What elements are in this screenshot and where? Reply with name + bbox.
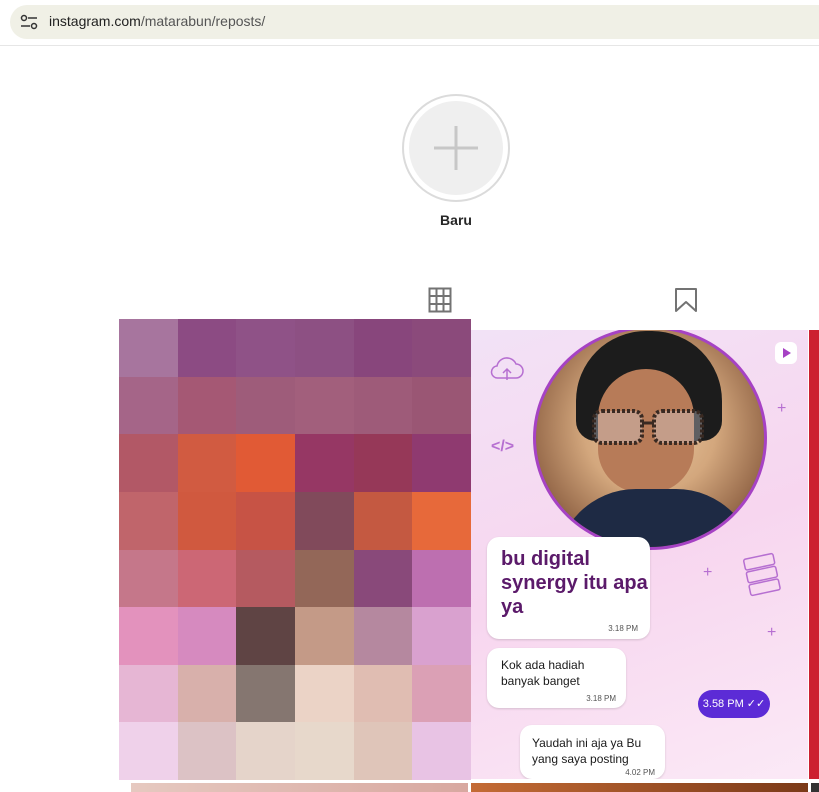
mosaic-cell bbox=[236, 434, 295, 492]
mosaic-cell bbox=[177, 491, 237, 550]
mosaic-cell bbox=[119, 491, 178, 550]
mosaic-cell bbox=[177, 434, 237, 492]
chat-bubble: Yaudah ini aja ya Bu yang saya posting 4… bbox=[520, 725, 665, 779]
mosaic-cell bbox=[353, 376, 413, 435]
sparkle-icon: + bbox=[777, 400, 787, 417]
url-host: instagram.com bbox=[49, 13, 141, 29]
mosaic-cell bbox=[412, 319, 471, 377]
mosaic-cell bbox=[236, 722, 295, 780]
grid-icon[interactable] bbox=[428, 287, 452, 313]
timestamp: 3.18 PM bbox=[608, 624, 638, 633]
mosaic-cell bbox=[295, 722, 354, 780]
sparkle-icon: + bbox=[767, 624, 777, 641]
mosaic-cell bbox=[236, 376, 295, 435]
mosaic-cell bbox=[236, 549, 295, 608]
glasses-shape bbox=[592, 409, 704, 445]
url-path: /matarabun/reposts/ bbox=[140, 13, 266, 29]
post-tile-partial[interactable] bbox=[809, 330, 819, 779]
bookmark-icon[interactable] bbox=[674, 287, 698, 313]
mosaic-cell bbox=[119, 607, 178, 665]
mosaic-cell bbox=[177, 607, 237, 665]
mosaic-cell bbox=[119, 549, 178, 608]
mosaic-cell bbox=[412, 549, 471, 608]
mosaic-cell bbox=[295, 607, 354, 665]
mosaic-cell bbox=[236, 491, 295, 550]
chat-bubble: Kok ada hadiah banyak banget 3.18 PM bbox=[487, 648, 626, 708]
mosaic-cell bbox=[353, 319, 413, 377]
mosaic-cell bbox=[412, 722, 471, 780]
mosaic-cell bbox=[412, 434, 471, 492]
cloud-upload-icon bbox=[489, 356, 525, 389]
post-tile-pixelated[interactable] bbox=[119, 319, 471, 780]
mosaic-cell bbox=[412, 376, 471, 435]
post-tile-next-row[interactable] bbox=[131, 783, 468, 792]
new-highlight-button[interactable] bbox=[402, 94, 510, 202]
mosaic-cell bbox=[119, 319, 178, 377]
timestamp: 3.18 PM bbox=[586, 694, 616, 703]
mosaic-cell bbox=[177, 664, 237, 723]
code-icon: </> bbox=[491, 438, 515, 455]
mosaic-cell bbox=[119, 376, 178, 435]
mosaic-cell bbox=[295, 434, 354, 492]
mosaic-cell bbox=[412, 664, 471, 723]
mosaic-cell bbox=[295, 664, 354, 723]
post-tile-next-row[interactable] bbox=[471, 783, 808, 792]
mosaic-cell bbox=[236, 607, 295, 665]
url-text[interactable]: instagram.com/matarabun/reposts/ bbox=[49, 13, 265, 29]
message-text: Yaudah ini aja ya Bu yang saya posting bbox=[532, 736, 642, 766]
speaker-portrait bbox=[533, 330, 767, 550]
mosaic-cell bbox=[295, 376, 354, 435]
message-text: Kok ada hadiah banyak banget bbox=[501, 658, 585, 688]
mosaic-cell bbox=[177, 376, 237, 435]
chat-bubble-headline: bu digital synergy itu apa ya 3.18 PM bbox=[487, 537, 650, 639]
site-settings-icon[interactable] bbox=[20, 14, 38, 30]
mosaic-cell bbox=[177, 319, 237, 377]
mosaic-cell bbox=[353, 549, 413, 608]
mosaic-cell bbox=[236, 319, 295, 377]
mosaic-cell bbox=[353, 491, 413, 550]
mosaic-cell bbox=[119, 722, 178, 780]
plus-icon bbox=[434, 126, 478, 170]
chat-bubble-reply: 3.58 PM ✓✓ bbox=[698, 690, 770, 718]
mosaic-cell bbox=[295, 549, 354, 608]
browser-address-bar: instagram.com/matarabun/reposts/ bbox=[0, 0, 819, 46]
post-tile-promo[interactable]: </> + + + bu digital synergy itu apa ya … bbox=[471, 330, 808, 779]
mosaic-cell bbox=[412, 607, 471, 665]
timestamp: 4.02 PM bbox=[625, 768, 655, 777]
server-icon bbox=[741, 552, 783, 603]
post-tile-next-row[interactable] bbox=[811, 783, 819, 792]
mosaic-cell bbox=[236, 664, 295, 723]
mosaic-cell bbox=[295, 491, 354, 550]
mosaic-cell bbox=[119, 664, 178, 723]
mosaic-cell bbox=[177, 549, 237, 608]
sparkle-icon: + bbox=[703, 564, 713, 581]
mosaic-cell bbox=[119, 434, 178, 492]
mosaic-cell bbox=[295, 319, 354, 377]
mosaic-cell bbox=[353, 607, 413, 665]
headline-text: bu digital synergy itu apa ya bbox=[501, 548, 648, 618]
reel-icon bbox=[775, 342, 797, 364]
new-highlight-label: Baru bbox=[440, 212, 472, 228]
mosaic-cell bbox=[177, 722, 237, 780]
mosaic-cell bbox=[353, 722, 413, 780]
mosaic-cell bbox=[353, 664, 413, 723]
mosaic-cell bbox=[412, 491, 471, 550]
mosaic-cell bbox=[353, 434, 413, 492]
new-highlight-inner bbox=[409, 101, 503, 195]
